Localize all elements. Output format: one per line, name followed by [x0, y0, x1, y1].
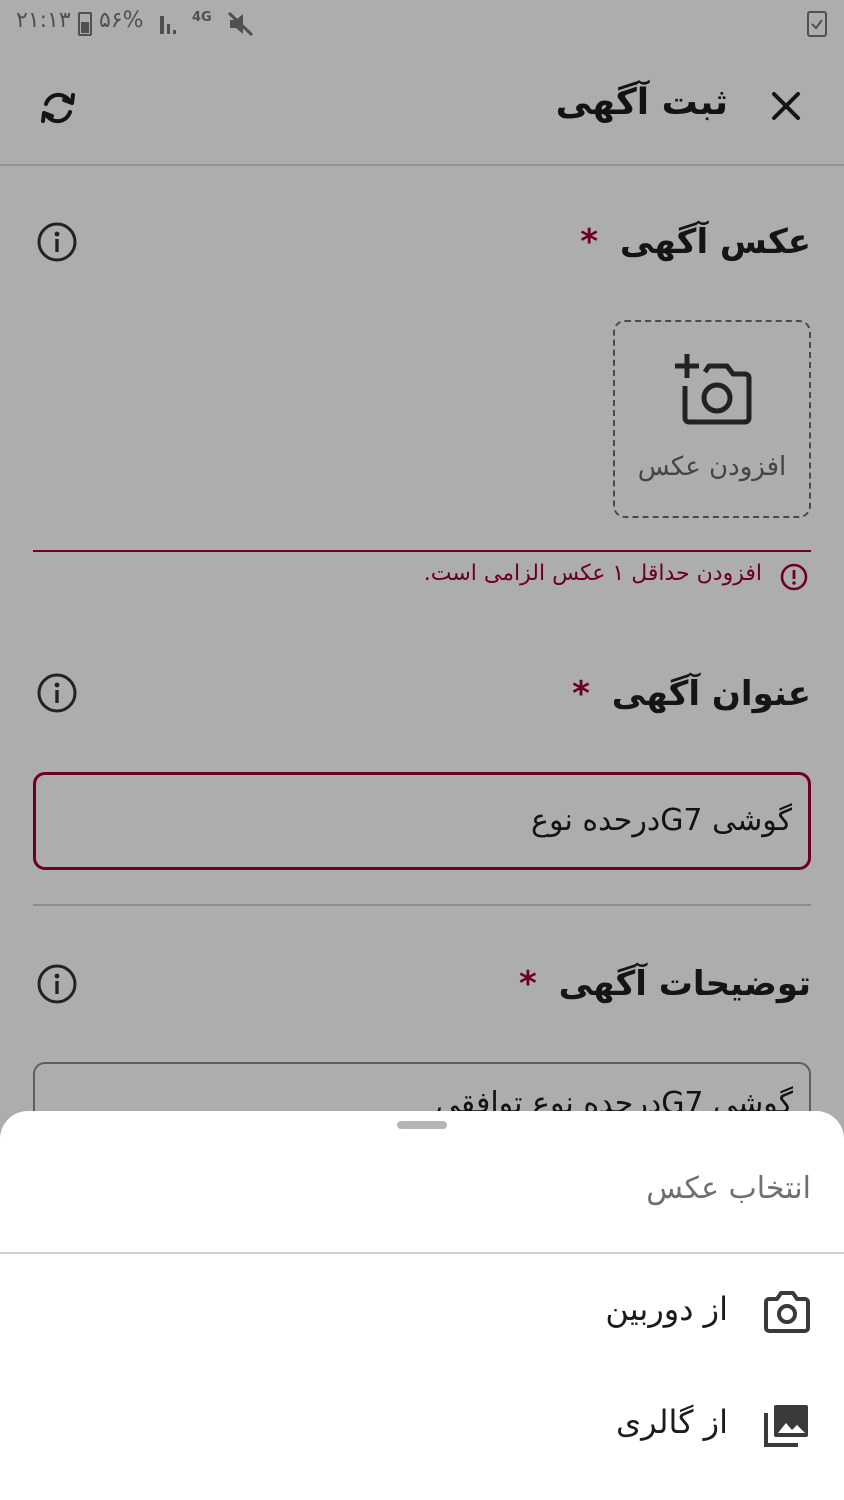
option-camera-label: از دوربین — [605, 1290, 728, 1328]
option-gallery-label: از گالری — [616, 1403, 728, 1441]
gallery-icon — [764, 1405, 808, 1447]
photo-picker-sheet: انتخاب عکس از دوربین از گالری — [0, 1111, 844, 1500]
sheet-divider — [0, 1252, 844, 1254]
option-camera[interactable]: از دوربین — [0, 1256, 844, 1368]
screen: ۲۱:۱۳ ۵۶% 4G ثبت آگهی عکس آگهی * افزودن … — [0, 0, 844, 1500]
drag-handle[interactable] — [397, 1121, 447, 1129]
option-gallery[interactable]: از گالری — [0, 1369, 844, 1481]
camera-icon — [764, 1291, 810, 1333]
sheet-title: انتخاب عکس — [646, 1171, 811, 1206]
